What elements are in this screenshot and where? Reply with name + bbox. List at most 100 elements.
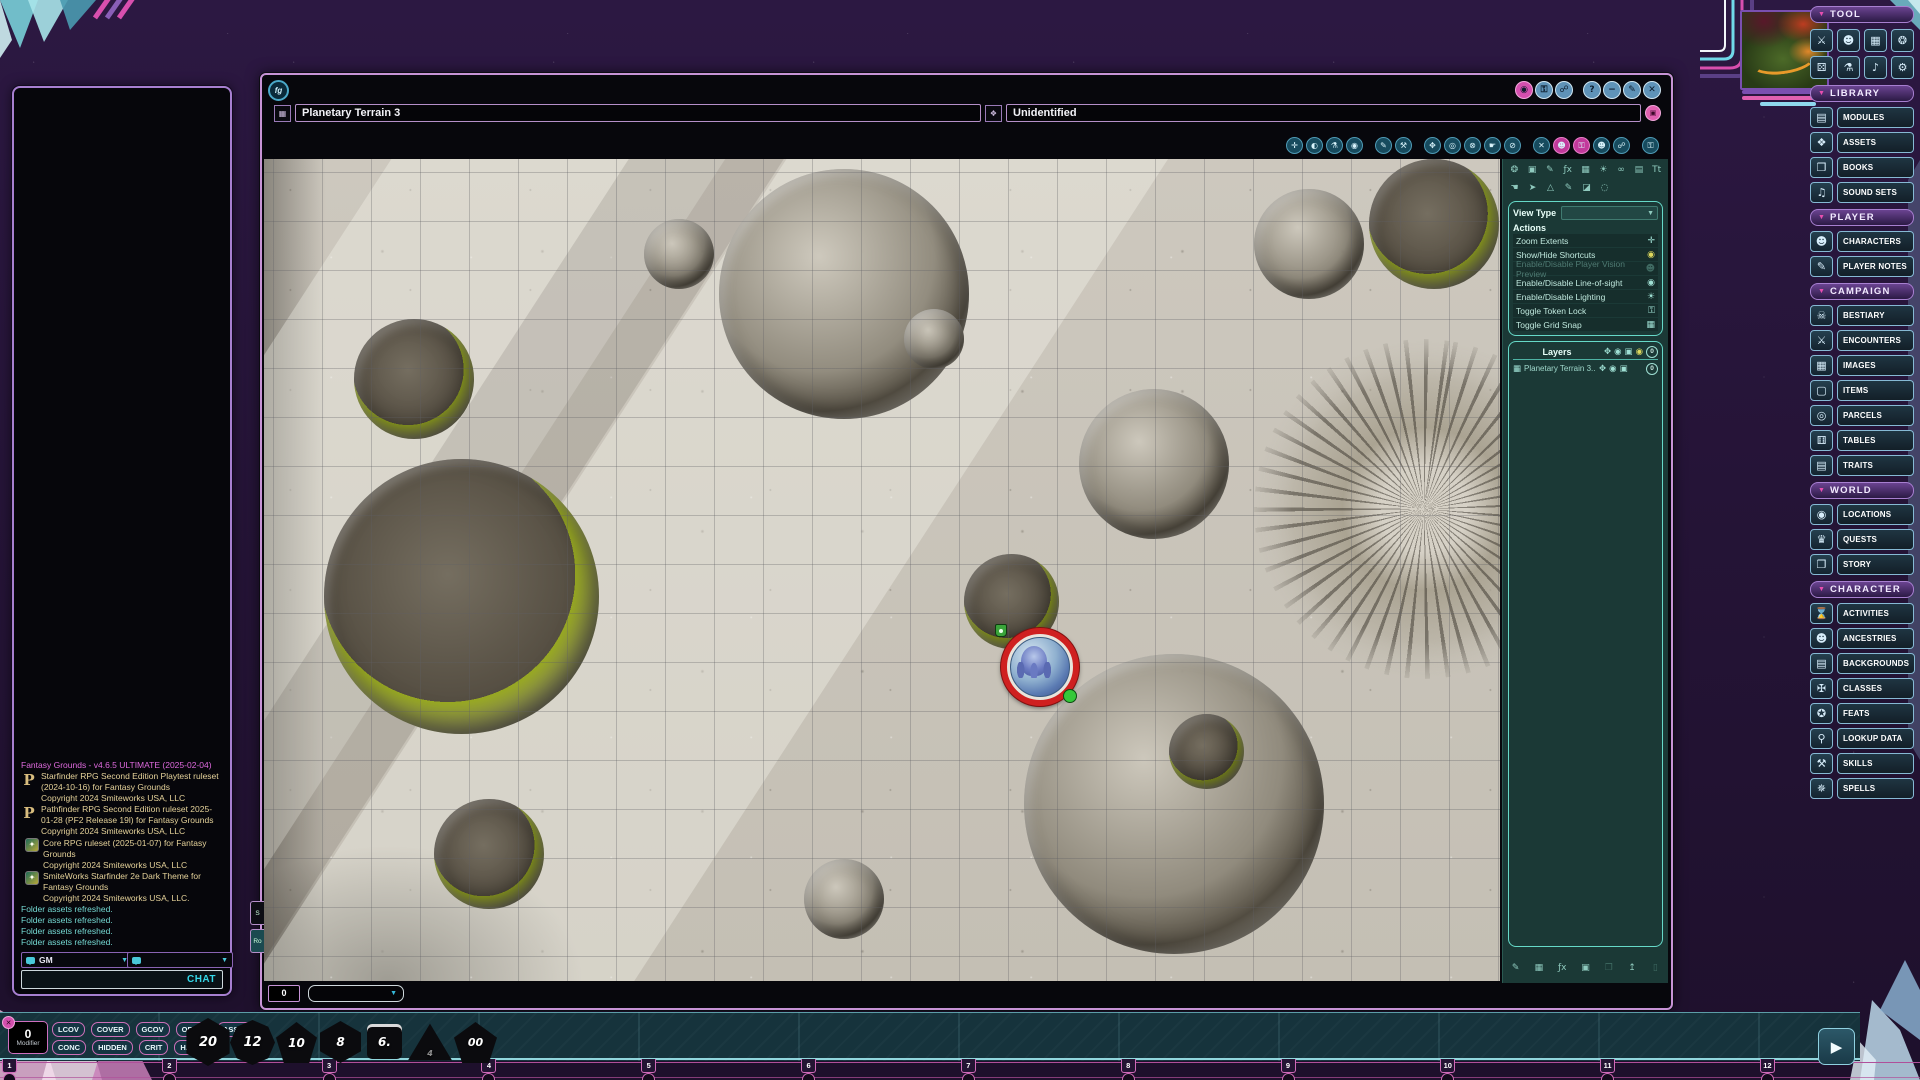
creature-token[interactable]	[1001, 628, 1079, 706]
player-token-icon[interactable]: ☻	[1553, 137, 1570, 154]
d8[interactable]: 8	[320, 1021, 361, 1063]
add-effect-icon[interactable]: ƒx	[1556, 960, 1569, 975]
combat-tools-icon[interactable]: ⚔	[1810, 29, 1833, 52]
options-icon[interactable]: ❂	[1891, 29, 1914, 52]
hotkey-slot[interactable]: 2	[162, 1059, 176, 1073]
action-row[interactable]: Enable/Disable Player Vision Preview ☻	[1513, 262, 1658, 275]
sidebar-item-activities[interactable]: ⌛ ACTIVITIES	[1810, 603, 1914, 624]
minimize-button[interactable]: −	[1603, 81, 1621, 99]
modifier-button[interactable]: COVER	[91, 1022, 130, 1037]
sidebar-item-sound-sets[interactable]: ♫ SOUND SETS	[1810, 182, 1914, 203]
edit-button[interactable]: ✎	[1623, 81, 1641, 99]
section-header-tool[interactable]: ▼ TOOL	[1810, 6, 1914, 23]
export-layer-icon[interactable]: ↥	[1625, 960, 1638, 975]
sidebar-item-modules[interactable]: ▤ MODULES	[1810, 107, 1914, 128]
pointer-icon[interactable]: ☛	[1484, 137, 1501, 154]
section-header-player[interactable]: ▼ PLAYER	[1810, 209, 1914, 226]
window-share-button[interactable]: ☍	[1555, 81, 1573, 99]
sound-icon[interactable]: ♪	[1864, 56, 1887, 79]
hotkey-slot[interactable]: 8	[1121, 1059, 1135, 1073]
layer-visibility-icon[interactable]: ◉	[1614, 347, 1621, 357]
disable-icon[interactable]: ⊘	[1504, 137, 1521, 154]
layer-frame-icon[interactable]: ▣	[1625, 347, 1633, 357]
sidebar-item-books[interactable]: ❐ BOOKS	[1810, 157, 1914, 178]
hotkey-slot[interactable]: 6	[801, 1059, 815, 1073]
zoom-fit-icon[interactable]: ✛	[1286, 137, 1303, 154]
modifier-button[interactable]: HIDDEN	[92, 1040, 133, 1055]
arrow-tool-icon[interactable]: ➤	[1525, 180, 1540, 195]
hotkey-slot[interactable]: 9	[1281, 1059, 1295, 1073]
layer-move-icon[interactable]: ✥	[1604, 347, 1611, 357]
npc-token-icon[interactable]: ☻	[1593, 137, 1610, 154]
tile-tool-icon[interactable]: ▦	[1578, 162, 1593, 177]
modifier-button[interactable]: LCOV	[52, 1022, 85, 1037]
text-tool-icon[interactable]: Tt	[1649, 162, 1664, 177]
modifier-clear-button[interactable]: ✕	[2, 1016, 15, 1029]
chat-entry-field[interactable]: CHAT	[21, 970, 223, 989]
layer-move-icon[interactable]: ✥	[1599, 364, 1606, 374]
modifier-button[interactable]: CONC	[52, 1040, 86, 1055]
delete-layer-icon[interactable]: ▯	[1649, 960, 1662, 975]
hotkey-slot[interactable]: 10	[1440, 1059, 1454, 1073]
speaker-select[interactable]: GM ▼	[21, 952, 133, 968]
fg-logo[interactable]: fg	[268, 80, 289, 101]
grid-tool-icon[interactable]: ▤	[1631, 162, 1646, 177]
sidebar-item-quests[interactable]: ♛ QUESTS	[1810, 529, 1914, 550]
sidebar-item-characters[interactable]: ☻ CHARACTERS	[1810, 231, 1914, 252]
copy-layer-icon[interactable]: ❐	[1602, 960, 1615, 975]
action-row[interactable]: Toggle Grid Snap ▦	[1513, 318, 1658, 331]
hotkey-slot[interactable]: 11	[1600, 1059, 1614, 1073]
pointer-tool-icon[interactable]: ☚	[1507, 180, 1522, 195]
view-type-select[interactable]: ▼	[1561, 206, 1658, 220]
share-view-button[interactable]: ◉	[1515, 81, 1533, 99]
sidebar-item-encounters[interactable]: ⚔ ENCOUNTERS	[1810, 330, 1914, 351]
calendar-icon[interactable]: ▦	[1864, 29, 1887, 52]
action-row[interactable]: Toggle Token Lock ⚿	[1513, 304, 1658, 317]
sidebar-item-bestiary[interactable]: ☠ BESTIARY	[1810, 305, 1914, 326]
dice-icon[interactable]: ⚄	[1810, 56, 1833, 79]
section-header-campaign[interactable]: ▼ CAMPAIGN	[1810, 283, 1914, 300]
select-tool-icon[interactable]: ▣	[1525, 162, 1540, 177]
window-lock-button[interactable]: ⚿	[1535, 81, 1553, 99]
party-icon[interactable]: ☻	[1837, 29, 1860, 52]
share-icon[interactable]: ☍	[1613, 137, 1630, 154]
build-icon[interactable]: ⚒	[1395, 137, 1412, 154]
sidebar-item-traits[interactable]: ▤ TRAITS	[1810, 455, 1914, 476]
section-header-character[interactable]: ▼ CHARACTER	[1810, 581, 1914, 598]
sidebar-item-tables[interactable]: ⚅ TABLES	[1810, 430, 1914, 451]
layer-pin-icon[interactable]: ◉	[1636, 347, 1643, 357]
token-field-icon[interactable]: ❖	[985, 105, 1002, 122]
draw-icon[interactable]: ✎	[1375, 137, 1392, 154]
close-button[interactable]: ✕	[1643, 81, 1661, 99]
effects-icon[interactable]: ⚗	[1837, 56, 1860, 79]
alt-speaker-select[interactable]: ▼	[127, 952, 233, 968]
sidebar-item-player-notes[interactable]: ✎ PLAYER NOTES	[1810, 256, 1914, 277]
light-tool-icon[interactable]: ☀	[1596, 162, 1611, 177]
effects-icon[interactable]: ⚗	[1326, 137, 1343, 154]
map-scale-value[interactable]: 0	[268, 985, 300, 1002]
layer-row[interactable]: ▦ Planetary Terrain 3.... ✥ ◉ ▣ 0	[1513, 361, 1658, 376]
layer-visibility-icon[interactable]: ◉	[1609, 364, 1616, 374]
hotkey-slot[interactable]: 7	[961, 1059, 975, 1073]
d4[interactable]: 4	[408, 1022, 452, 1062]
pencil-tool-icon[interactable]: ✎	[1561, 180, 1576, 195]
map-lock-icon[interactable]: ⚿	[1642, 137, 1659, 154]
d20[interactable]: 20	[184, 1018, 232, 1066]
hotkey-slot[interactable]: 5	[641, 1059, 655, 1073]
sidebar-item-spells[interactable]: ✵ SPELLS	[1810, 778, 1914, 799]
add-stamp-icon[interactable]: ▦	[1532, 960, 1545, 975]
layers-chip-icon[interactable]: ❂	[1507, 162, 1522, 177]
hotkey-slot[interactable]: 1	[2, 1059, 16, 1073]
map-footer-dropdown[interactable]: ▼	[308, 985, 404, 1002]
sidebar-item-backgrounds[interactable]: ▤ BACKGROUNDS	[1810, 653, 1914, 674]
sidebar-item-ancestries[interactable]: ☻ ANCESTRIES	[1810, 628, 1914, 649]
window-side-tab[interactable]: Ro	[250, 929, 264, 953]
sidebar-item-lookup-data[interactable]: ⚲ LOOKUP DATA	[1810, 728, 1914, 749]
mask-icon[interactable]: ◉	[1346, 137, 1363, 154]
sidebar-item-feats[interactable]: ✪ FEATS	[1810, 703, 1914, 724]
pan-icon[interactable]: ✥	[1424, 137, 1441, 154]
link-tool-icon[interactable]: ∞	[1614, 162, 1629, 177]
d6[interactable]: 6.	[367, 1024, 402, 1059]
sidebar-item-items[interactable]: ▢ ITEMS	[1810, 380, 1914, 401]
d10[interactable]: 10	[276, 1022, 317, 1063]
